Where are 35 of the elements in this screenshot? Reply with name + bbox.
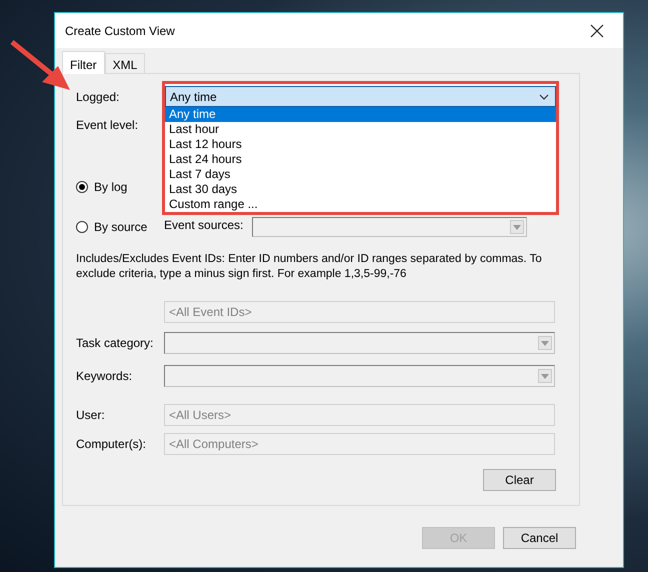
dropdown-button[interactable] <box>538 336 552 350</box>
dropdown-field[interactable]: Any time <box>165 86 556 107</box>
cancel-button[interactable]: Cancel <box>503 527 576 549</box>
tab[interactable]: XML <box>104 53 146 73</box>
description-text: Includes/Excludes Event IDs: Enter ID numbers and/or ID ranges separated by commas. To exclude criteria, type a minus sign first. For example 1,3,5-99,-76 <box>76 252 543 282</box>
field-label: Keywords: <box>76 369 134 383</box>
field-label: Logged: <box>76 90 120 104</box>
field-label: Computer(s): <box>76 437 148 451</box>
radio-option[interactable]: By log <box>76 180 128 194</box>
dropdown-field[interactable] <box>164 332 555 354</box>
triangle-down-icon <box>541 374 549 378</box>
field-label: Event sources: <box>164 218 244 232</box>
dropdown-option[interactable]: Last 7 days <box>165 167 556 182</box>
dropdown-option[interactable]: Last 24 hours <box>165 152 556 167</box>
dropdown-option[interactable]: Last 12 hours <box>165 137 556 152</box>
window-title: Create Custom View <box>65 24 175 38</box>
radio-button[interactable] <box>76 181 88 193</box>
field-label: User: <box>76 408 106 422</box>
field-label: Event level: <box>76 118 140 132</box>
triangle-down-icon <box>541 340 549 346</box>
chevron-down-icon <box>539 94 549 100</box>
dropdown-field[interactable] <box>164 365 555 387</box>
field-label: Task category: <box>76 336 154 350</box>
radio-button[interactable] <box>76 221 88 233</box>
triangle-down-icon <box>513 224 521 230</box>
dropdown-option[interactable]: Any time <box>165 107 556 122</box>
radio-option[interactable]: By source <box>76 220 148 234</box>
dropdown-option[interactable]: Last 30 days <box>165 182 556 197</box>
clear-button[interactable]: Clear <box>483 469 556 491</box>
dropdown-option[interactable]: Custom range ... <box>165 197 556 212</box>
dropdown-button[interactable] <box>538 369 552 383</box>
dropdown-button[interactable] <box>510 220 524 234</box>
tab[interactable]: Filter <box>62 51 105 74</box>
dropdown-field[interactable] <box>252 217 527 237</box>
dropdown-option[interactable]: Last hour <box>165 122 556 137</box>
